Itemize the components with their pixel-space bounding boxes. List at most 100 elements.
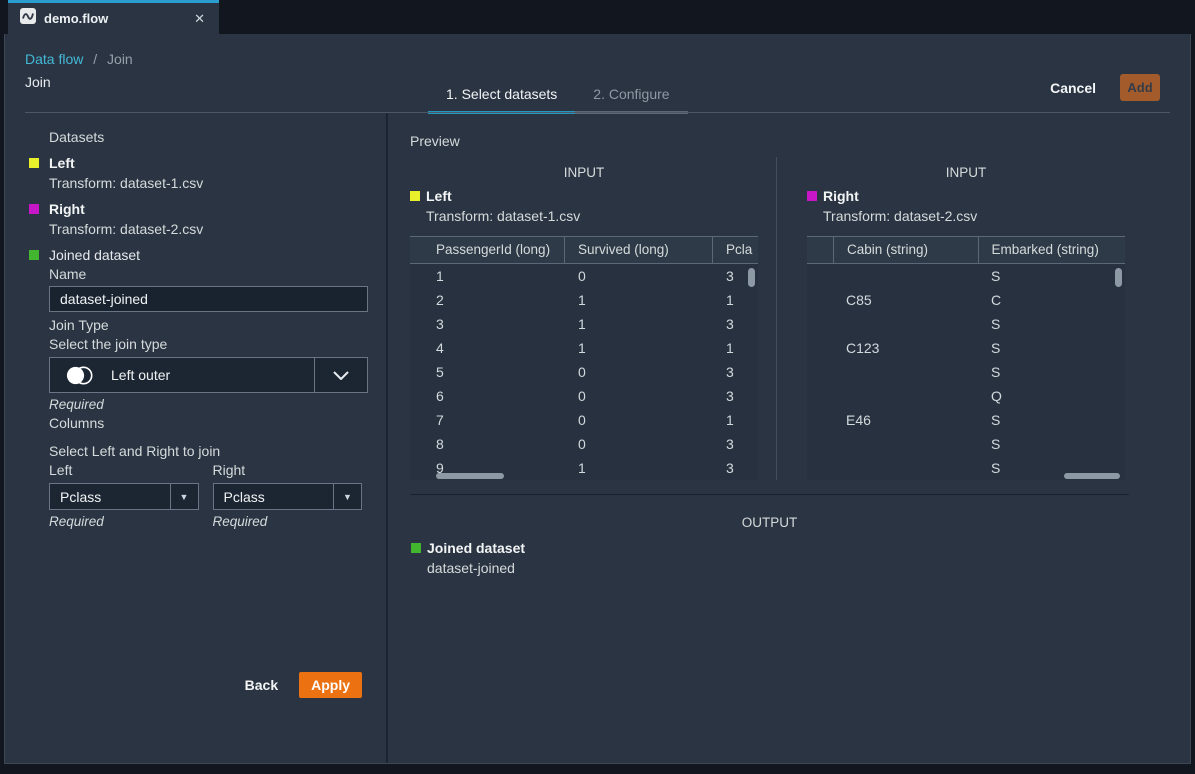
preview-right-transform: Transform: dataset-2.csv bbox=[823, 208, 1129, 225]
vertical-scrollbar[interactable] bbox=[1115, 268, 1122, 287]
table-cell: Q bbox=[978, 384, 1125, 408]
table-cell bbox=[807, 408, 833, 432]
table-row: 701 bbox=[410, 408, 758, 432]
datasets-label: Datasets bbox=[49, 129, 362, 146]
dataset-joined-item: Joined dataset Name bbox=[49, 247, 362, 283]
table-cell bbox=[807, 336, 833, 360]
left-dataset-name: Left bbox=[49, 155, 362, 172]
table-cell bbox=[807, 432, 833, 456]
preview-left-transform: Transform: dataset-1.csv bbox=[426, 208, 776, 225]
table-cell: 3 bbox=[713, 456, 758, 480]
table-cell: 2 bbox=[410, 288, 565, 312]
table-cell: C123 bbox=[833, 336, 978, 360]
joined-name-input[interactable] bbox=[49, 286, 368, 312]
table-row: S bbox=[807, 432, 1125, 456]
table-row: 603 bbox=[410, 384, 758, 408]
breadcrumb: Data flow / Join bbox=[25, 51, 133, 67]
table-row: S bbox=[807, 312, 1125, 336]
table-cell: S bbox=[978, 312, 1125, 336]
table-cell: 1 bbox=[565, 456, 713, 480]
join-type-required: Required bbox=[49, 397, 362, 412]
left-input-section: INPUT Left Transform: dataset-1.csv Pass… bbox=[410, 157, 777, 480]
left-outer-join-icon bbox=[64, 365, 95, 386]
right-column-required: Required bbox=[213, 514, 363, 529]
preview-right-item: Right Transform: dataset-2.csv bbox=[807, 188, 1129, 225]
back-button[interactable]: Back bbox=[245, 677, 278, 693]
cancel-button[interactable]: Cancel bbox=[1050, 80, 1096, 96]
table-cell: 1 bbox=[565, 312, 713, 336]
right-input-section: INPUT Right Transform: dataset-2.csv Cab… bbox=[777, 157, 1129, 480]
left-dataset-color-swatch bbox=[29, 158, 39, 168]
vertical-scrollbar[interactable] bbox=[748, 268, 755, 287]
left-dataset-transform: Transform: dataset-1.csv bbox=[49, 175, 362, 192]
column-header: Pcla bbox=[713, 237, 758, 263]
right-dataset-color-swatch bbox=[29, 204, 39, 214]
dataset-left-item: Left Transform: dataset-1.csv bbox=[49, 155, 362, 192]
left-dataset-color-swatch bbox=[410, 191, 420, 201]
preview-label: Preview bbox=[410, 133, 1190, 150]
output-divider bbox=[410, 494, 1129, 495]
left-column-group: Left Pclass ▼ Required bbox=[49, 462, 199, 532]
joined-dataset-color-swatch bbox=[411, 543, 421, 553]
table-cell: 8 bbox=[410, 432, 565, 456]
table-row: C123S bbox=[807, 336, 1125, 360]
left-column-value: Pclass bbox=[50, 489, 101, 505]
input-label: INPUT bbox=[410, 164, 758, 181]
table-cell: 4 bbox=[410, 336, 565, 360]
left-preview-table: PassengerId (long)Survived (long)Pcla 10… bbox=[410, 236, 758, 480]
right-dataset-color-swatch bbox=[807, 191, 817, 201]
column-header: Embarked (string) bbox=[979, 237, 1125, 263]
tab-demo-flow[interactable]: demo.flow ✕ bbox=[8, 0, 219, 34]
apply-button[interactable]: Apply bbox=[299, 672, 362, 698]
columns-help: Select Left and Right to join bbox=[49, 443, 362, 460]
join-type-help: Select the join type bbox=[49, 336, 362, 353]
column-header: Survived (long) bbox=[565, 237, 713, 263]
join-type-select[interactable]: Left outer bbox=[49, 357, 368, 393]
table-cell bbox=[807, 288, 833, 312]
flow-file-icon bbox=[20, 8, 36, 29]
column-header: Cabin (string) bbox=[834, 237, 979, 263]
right-column-select[interactable]: Pclass ▼ bbox=[213, 483, 363, 510]
left-column-required: Required bbox=[49, 514, 199, 529]
breadcrumb-data-flow[interactable]: Data flow bbox=[25, 51, 83, 67]
join-type-value: Left outer bbox=[111, 367, 170, 383]
table-cell: 0 bbox=[565, 264, 713, 288]
preview-right-name: Right bbox=[823, 188, 1129, 205]
right-column-group: Right Pclass ▼ Required bbox=[213, 462, 363, 532]
table-cell bbox=[807, 264, 833, 288]
page-title: Join bbox=[25, 74, 51, 90]
table-row: 211 bbox=[410, 288, 758, 312]
left-column-select[interactable]: Pclass ▼ bbox=[49, 483, 199, 510]
table-row: 803 bbox=[410, 432, 758, 456]
table-cell bbox=[807, 312, 833, 336]
table-row: S bbox=[807, 360, 1125, 384]
table-row: 503 bbox=[410, 360, 758, 384]
breadcrumb-current: Join bbox=[107, 51, 133, 67]
table-cell: 1 bbox=[565, 336, 713, 360]
table-cell bbox=[833, 312, 978, 336]
right-column-value: Pclass bbox=[214, 489, 265, 505]
table-cell: 3 bbox=[713, 432, 758, 456]
table-cell: 0 bbox=[565, 432, 713, 456]
tab-configure[interactable]: 2. Configure bbox=[575, 86, 687, 114]
add-button[interactable]: Add bbox=[1120, 74, 1160, 101]
table-row: 103 bbox=[410, 264, 758, 288]
joined-dataset-name: Joined dataset bbox=[49, 247, 362, 264]
table-cell: C bbox=[978, 288, 1125, 312]
table-header-row: Cabin (string)Embarked (string) bbox=[807, 237, 1125, 264]
close-icon[interactable]: ✕ bbox=[190, 10, 209, 27]
table-cell: 5 bbox=[410, 360, 565, 384]
table-cell: 1 bbox=[713, 408, 758, 432]
table-cell: 3 bbox=[713, 360, 758, 384]
preview-output-item: Joined dataset dataset-joined bbox=[411, 540, 1129, 577]
table-cell: 0 bbox=[565, 384, 713, 408]
dataset-right-item: Right Transform: dataset-2.csv bbox=[49, 201, 362, 238]
table-row: S bbox=[807, 264, 1125, 288]
horizontal-scrollbar[interactable] bbox=[436, 473, 504, 479]
tab-select-datasets[interactable]: 1. Select datasets bbox=[428, 86, 575, 114]
horizontal-scrollbar[interactable] bbox=[1064, 473, 1120, 479]
dropdown-arrow-icon: ▼ bbox=[170, 484, 198, 509]
table-cell: 3 bbox=[713, 312, 758, 336]
table-cell bbox=[807, 360, 833, 384]
right-dataset-transform: Transform: dataset-2.csv bbox=[49, 221, 362, 238]
